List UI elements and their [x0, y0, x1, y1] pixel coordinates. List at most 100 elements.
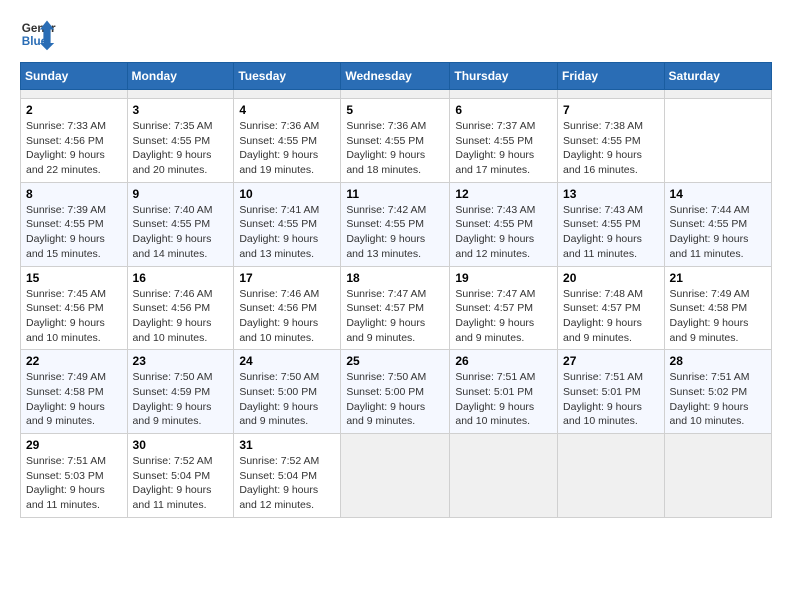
calendar-cell — [127, 90, 234, 99]
day-number: 17 — [239, 271, 335, 285]
day-info: Sunrise: 7:46 AMSunset: 4:56 PMDaylight:… — [239, 288, 319, 344]
calendar-cell — [450, 434, 558, 518]
calendar-week-row: 8 Sunrise: 7:39 AMSunset: 4:55 PMDaylight… — [21, 182, 772, 266]
calendar-cell: 7 Sunrise: 7:38 AMSunset: 4:55 PMDaylight… — [558, 99, 665, 183]
day-info: Sunrise: 7:47 AMSunset: 4:57 PMDaylight:… — [346, 288, 426, 344]
day-number: 21 — [670, 271, 766, 285]
calendar-cell: 31Sunrise: 7:52 AMSunset: 5:04 PMDayligh… — [234, 434, 341, 518]
header-friday: Friday — [558, 63, 665, 90]
day-info: Sunrise: 7:47 AMSunset: 4:57 PMDaylight:… — [455, 288, 535, 344]
calendar-cell: 24 Sunrise: 7:50 AMSunset: 5:00 PMDayligh… — [234, 350, 341, 434]
day-info: Sunrise: 7:50 AMSunset: 4:59 PMDaylight:… — [133, 371, 213, 427]
page-header: General Blue — [20, 16, 772, 52]
calendar-cell: 27 Sunrise: 7:51 AMSunset: 5:01 PMDayligh… — [558, 350, 665, 434]
calendar-cell: 26Sunrise: 7:51 AMSunset: 5:01 PMDayligh… — [450, 350, 558, 434]
day-number: 26 — [455, 354, 552, 368]
calendar-cell: 29Sunrise: 7:51 AMSunset: 5:03 PMDayligh… — [21, 434, 128, 518]
calendar-cell: 21 Sunrise: 7:49 AMSunset: 4:58 PMDayligh… — [664, 266, 771, 350]
day-number: 19 — [455, 271, 552, 285]
calendar-table: SundayMondayTuesdayWednesdayThursdayFrid… — [20, 62, 772, 518]
calendar-week-row — [21, 90, 772, 99]
day-number: 29 — [26, 438, 122, 452]
calendar-cell: 2Sunrise: 7:33 AMSunset: 4:56 PMDaylight… — [21, 99, 128, 183]
day-number: 2 — [26, 103, 122, 117]
day-number: 13 — [563, 187, 659, 201]
day-info: Sunrise: 7:52 AMSunset: 5:04 PMDaylight:… — [239, 455, 319, 511]
day-number: 14 — [670, 187, 766, 201]
header-saturday: Saturday — [664, 63, 771, 90]
calendar-cell: 5Sunrise: 7:36 AMSunset: 4:55 PMDaylight… — [341, 99, 450, 183]
day-number: 22 — [26, 354, 122, 368]
day-info: Sunrise: 7:39 AMSunset: 4:55 PMDaylight:… — [26, 204, 106, 260]
day-info: Sunrise: 7:36 AMSunset: 4:55 PMDaylight:… — [346, 120, 426, 176]
day-info: Sunrise: 7:37 AMSunset: 4:55 PMDaylight:… — [455, 120, 535, 176]
header-thursday: Thursday — [450, 63, 558, 90]
day-number: 3 — [133, 103, 229, 117]
day-info: Sunrise: 7:44 AMSunset: 4:55 PMDaylight:… — [670, 204, 750, 260]
calendar-cell: 10Sunrise: 7:41 AMSunset: 4:55 PMDayligh… — [234, 182, 341, 266]
calendar-cell: 14 Sunrise: 7:44 AMSunset: 4:55 PMDayligh… — [664, 182, 771, 266]
day-number: 11 — [346, 187, 444, 201]
day-number: 24 — [239, 354, 335, 368]
calendar-week-row: 15Sunrise: 7:45 AMSunset: 4:56 PMDayligh… — [21, 266, 772, 350]
day-number: 30 — [133, 438, 229, 452]
day-info: Sunrise: 7:36 AMSunset: 4:55 PMDaylight:… — [239, 120, 319, 176]
day-number: 8 — [26, 187, 122, 201]
calendar-week-row: 2Sunrise: 7:33 AMSunset: 4:56 PMDaylight… — [21, 99, 772, 183]
day-number: 6 — [455, 103, 552, 117]
day-info: Sunrise: 7:51 AMSunset: 5:02 PMDaylight:… — [670, 371, 750, 427]
calendar-cell: 23 Sunrise: 7:50 AMSunset: 4:59 PMDayligh… — [127, 350, 234, 434]
day-number: 7 — [563, 103, 659, 117]
header-wednesday: Wednesday — [341, 63, 450, 90]
calendar-cell: 28 Sunrise: 7:51 AMSunset: 5:02 PMDayligh… — [664, 350, 771, 434]
calendar-cell: 19 Sunrise: 7:47 AMSunset: 4:57 PMDayligh… — [450, 266, 558, 350]
calendar-cell: 18 Sunrise: 7:47 AMSunset: 4:57 PMDayligh… — [341, 266, 450, 350]
day-number: 16 — [133, 271, 229, 285]
day-info: Sunrise: 7:38 AMSunset: 4:55 PMDaylight:… — [563, 120, 643, 176]
day-info: Sunrise: 7:52 AMSunset: 5:04 PMDaylight:… — [133, 455, 213, 511]
day-number: 25 — [346, 354, 444, 368]
calendar-cell: 11 Sunrise: 7:42 AMSunset: 4:55 PMDayligh… — [341, 182, 450, 266]
calendar-cell: 8 Sunrise: 7:39 AMSunset: 4:55 PMDaylight… — [21, 182, 128, 266]
calendar-cell: 4Sunrise: 7:36 AMSunset: 4:55 PMDaylight… — [234, 99, 341, 183]
day-info: Sunrise: 7:50 AMSunset: 5:00 PMDaylight:… — [346, 371, 426, 427]
day-info: Sunrise: 7:51 AMSunset: 5:01 PMDaylight:… — [563, 371, 643, 427]
day-info: Sunrise: 7:48 AMSunset: 4:57 PMDaylight:… — [563, 288, 643, 344]
calendar-cell: 13 Sunrise: 7:43 AMSunset: 4:55 PMDayligh… — [558, 182, 665, 266]
calendar-cell: 25 Sunrise: 7:50 AMSunset: 5:00 PMDayligh… — [341, 350, 450, 434]
day-number: 27 — [563, 354, 659, 368]
calendar-cell: 15Sunrise: 7:45 AMSunset: 4:56 PMDayligh… — [21, 266, 128, 350]
day-number: 18 — [346, 271, 444, 285]
logo-icon: General Blue — [20, 16, 56, 52]
calendar-cell: 6 Sunrise: 7:37 AMSunset: 4:55 PMDaylight… — [450, 99, 558, 183]
day-number: 20 — [563, 271, 659, 285]
day-info: Sunrise: 7:43 AMSunset: 4:55 PMDaylight:… — [563, 204, 643, 260]
calendar-cell: 16 Sunrise: 7:46 AMSunset: 4:56 PMDayligh… — [127, 266, 234, 350]
day-info: Sunrise: 7:43 AMSunset: 4:55 PMDaylight:… — [455, 204, 535, 260]
calendar-cell: 3Sunrise: 7:35 AMSunset: 4:55 PMDaylight… — [127, 99, 234, 183]
day-number: 23 — [133, 354, 229, 368]
calendar-cell: 9Sunrise: 7:40 AMSunset: 4:55 PMDaylight… — [127, 182, 234, 266]
calendar-cell: 30 Sunrise: 7:52 AMSunset: 5:04 PMDayligh… — [127, 434, 234, 518]
calendar-cell: 12 Sunrise: 7:43 AMSunset: 4:55 PMDayligh… — [450, 182, 558, 266]
day-info: Sunrise: 7:50 AMSunset: 5:00 PMDaylight:… — [239, 371, 319, 427]
day-info: Sunrise: 7:46 AMSunset: 4:56 PMDaylight:… — [133, 288, 213, 344]
day-info: Sunrise: 7:42 AMSunset: 4:55 PMDaylight:… — [346, 204, 426, 260]
day-info: Sunrise: 7:40 AMSunset: 4:55 PMDaylight:… — [133, 204, 213, 260]
day-info: Sunrise: 7:45 AMSunset: 4:56 PMDaylight:… — [26, 288, 106, 344]
calendar-cell — [664, 90, 771, 99]
day-number: 28 — [670, 354, 766, 368]
calendar-week-row: 29Sunrise: 7:51 AMSunset: 5:03 PMDayligh… — [21, 434, 772, 518]
calendar-cell: 22 Sunrise: 7:49 AMSunset: 4:58 PMDayligh… — [21, 350, 128, 434]
calendar-cell — [664, 434, 771, 518]
calendar-cell — [341, 434, 450, 518]
day-number: 10 — [239, 187, 335, 201]
calendar-cell — [234, 90, 341, 99]
day-number: 12 — [455, 187, 552, 201]
calendar-cell — [558, 90, 665, 99]
calendar-week-row: 22 Sunrise: 7:49 AMSunset: 4:58 PMDayligh… — [21, 350, 772, 434]
calendar-cell: 20 Sunrise: 7:48 AMSunset: 4:57 PMDayligh… — [558, 266, 665, 350]
day-info: Sunrise: 7:49 AMSunset: 4:58 PMDaylight:… — [670, 288, 750, 344]
day-info: Sunrise: 7:49 AMSunset: 4:58 PMDaylight:… — [26, 371, 106, 427]
header-monday: Monday — [127, 63, 234, 90]
